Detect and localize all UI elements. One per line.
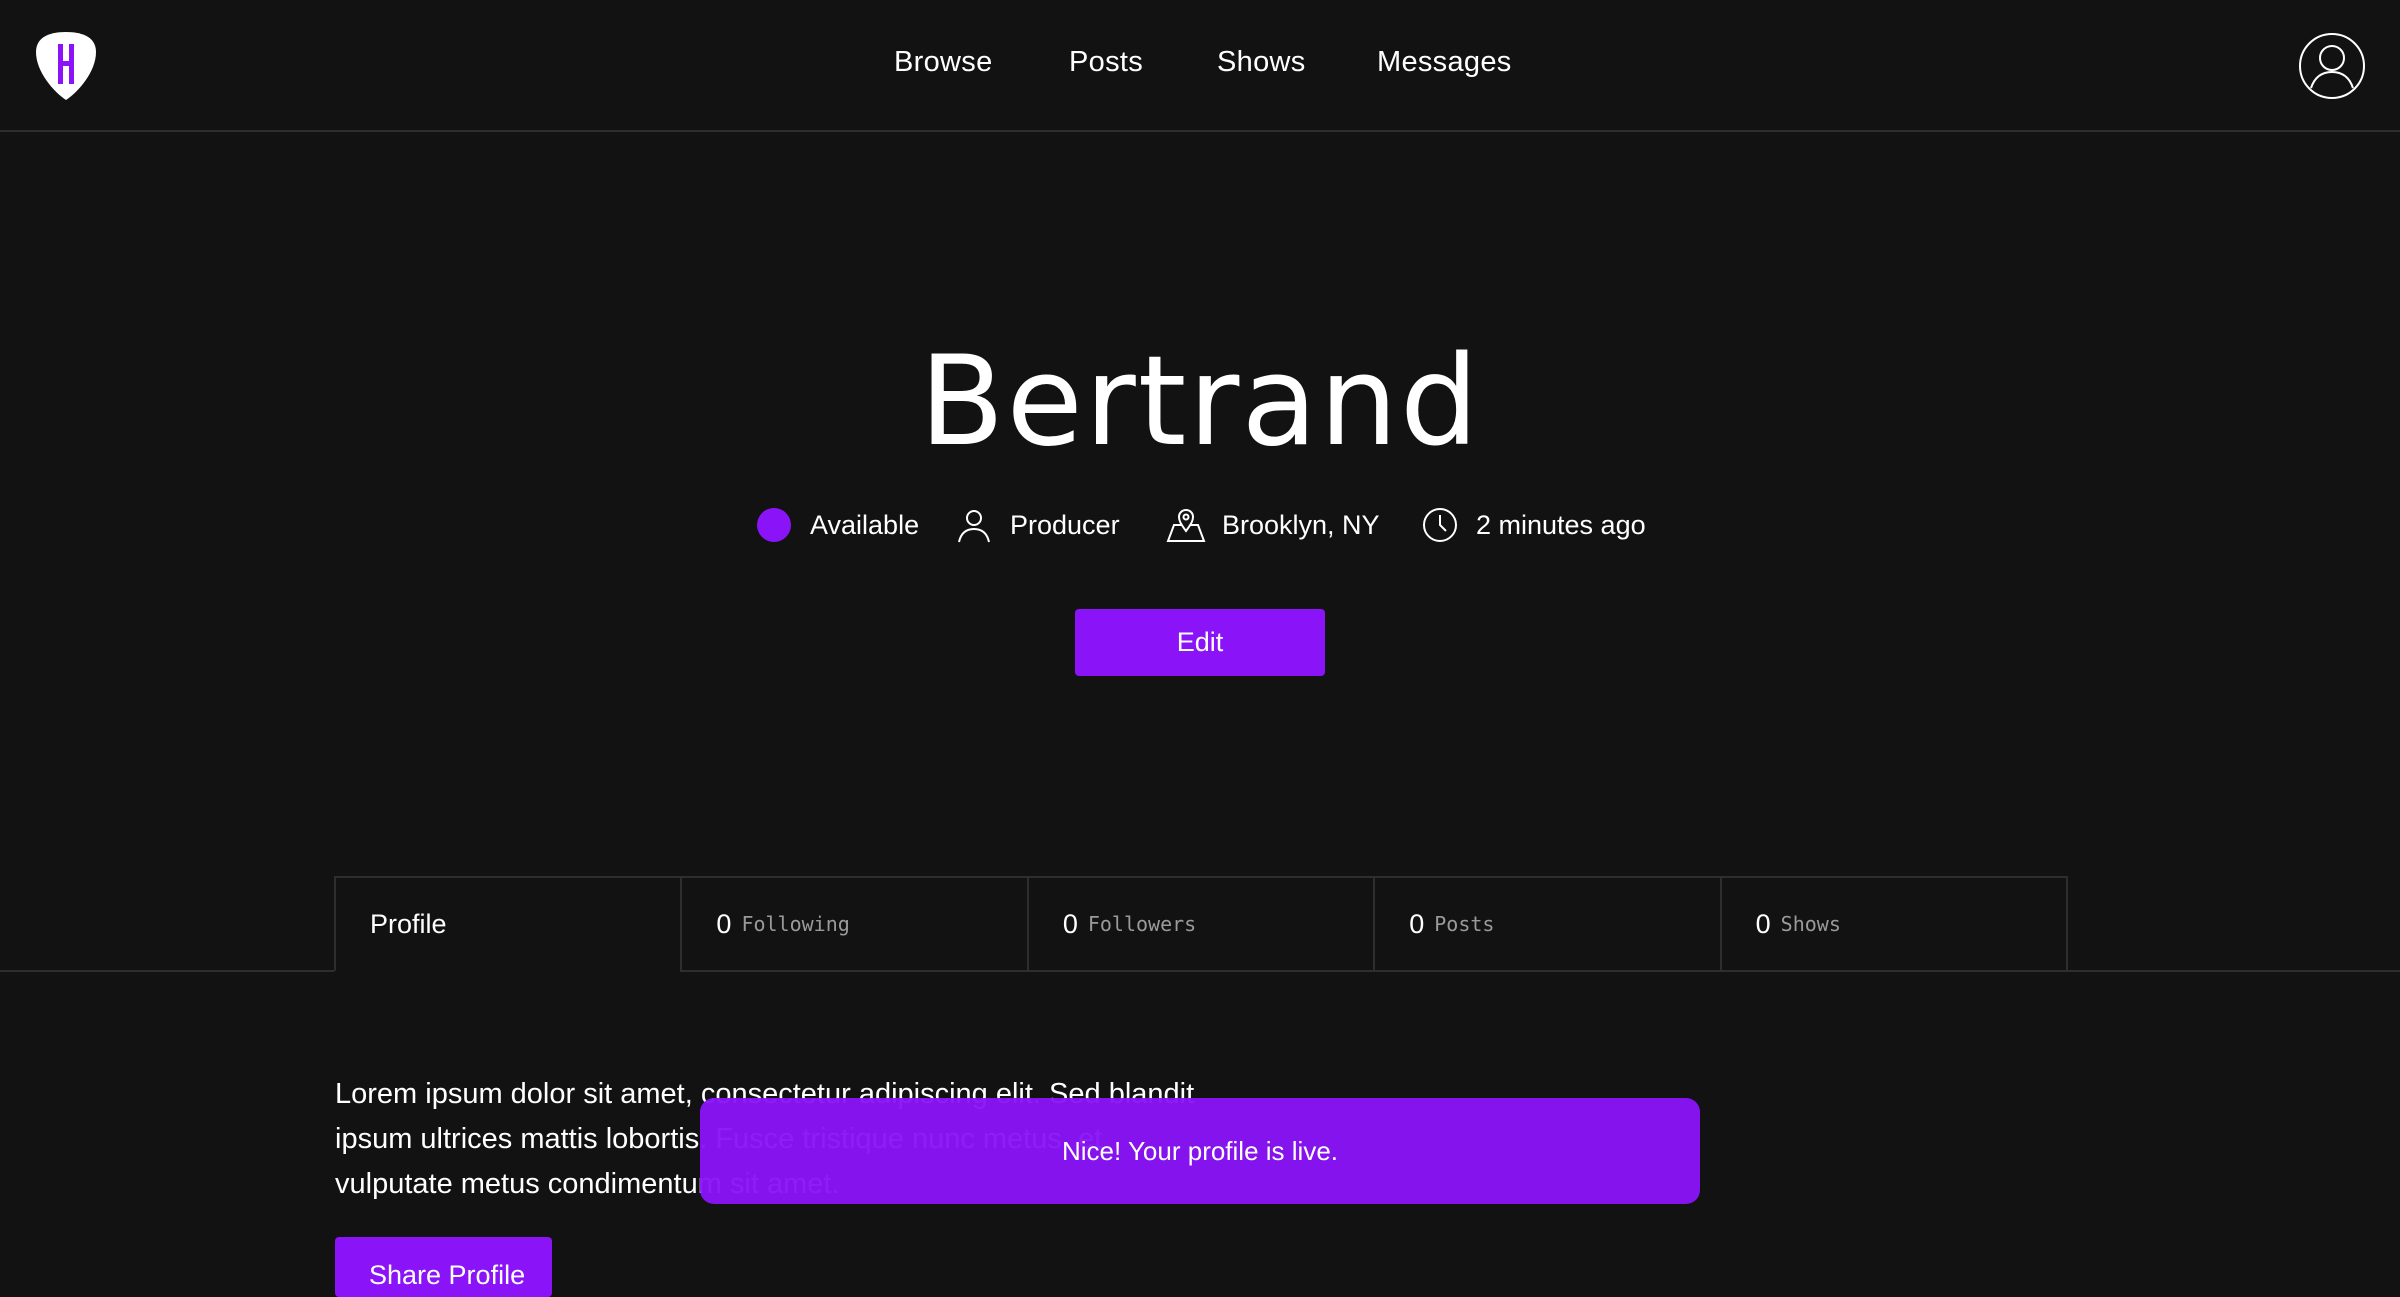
following-count: 0 (716, 908, 732, 939)
toast-notification: Nice! Your profile is live. (700, 1098, 1700, 1204)
nav-messages[interactable]: Messages (1377, 46, 1512, 79)
tab-profile[interactable]: Profile (334, 876, 681, 972)
nav-posts[interactable]: Posts (1069, 46, 1143, 79)
tab-posts[interactable]: 0 Posts (1373, 876, 1720, 972)
status-text: Available (810, 509, 920, 540)
posts-label: Posts (1434, 912, 1495, 936)
nav-shows[interactable]: Shows (1217, 46, 1306, 79)
tab-following[interactable]: 0 Following (680, 876, 1027, 972)
profile-tabs: Profile 0 Following 0 Followers 0 Posts … (334, 876, 2069, 972)
shows-count: 0 (1755, 908, 1771, 939)
status-indicator: Available (754, 500, 919, 550)
share-profile-button[interactable]: Share Profile (335, 1237, 552, 1297)
shows-label: Shows (1780, 912, 1841, 936)
tab-shows[interactable]: 0 Shows (1719, 876, 2069, 972)
tab-profile-label: Profile (370, 908, 447, 939)
role-text: Producer (1010, 509, 1120, 540)
profile-name: Bertrand (919, 330, 1481, 474)
person-icon (958, 510, 990, 543)
nav-browse[interactable]: Browse (894, 46, 993, 79)
status-dot-icon (754, 505, 794, 545)
top-navbar: Browse Posts Shows Messages (0, 0, 2400, 132)
posts-count: 0 (1409, 908, 1425, 939)
profile-meta: Available Producer Brooklyn, NY 2 minute… (0, 500, 2400, 550)
following-label: Following (741, 912, 850, 936)
location-info: Brooklyn, NY (1166, 500, 1380, 550)
role-info: Producer (954, 500, 1120, 550)
last-seen-info: 2 minutes ago (1420, 500, 1646, 550)
last-seen-text: 2 minutes ago (1476, 509, 1646, 540)
guitar-pick-logo-icon[interactable] (34, 30, 98, 102)
clock-icon (1423, 508, 1457, 542)
location-text: Brooklyn, NY (1222, 509, 1380, 540)
edit-button[interactable]: Edit (1075, 609, 1325, 676)
tab-followers[interactable]: 0 Followers (1026, 876, 1374, 972)
map-pin-icon (1166, 508, 1206, 542)
user-avatar-icon[interactable] (2298, 32, 2366, 100)
followers-count: 0 (1062, 908, 1078, 939)
toast-message: Nice! Your profile is live. (1061, 1135, 1339, 1166)
followers-label: Followers (1087, 912, 1197, 936)
